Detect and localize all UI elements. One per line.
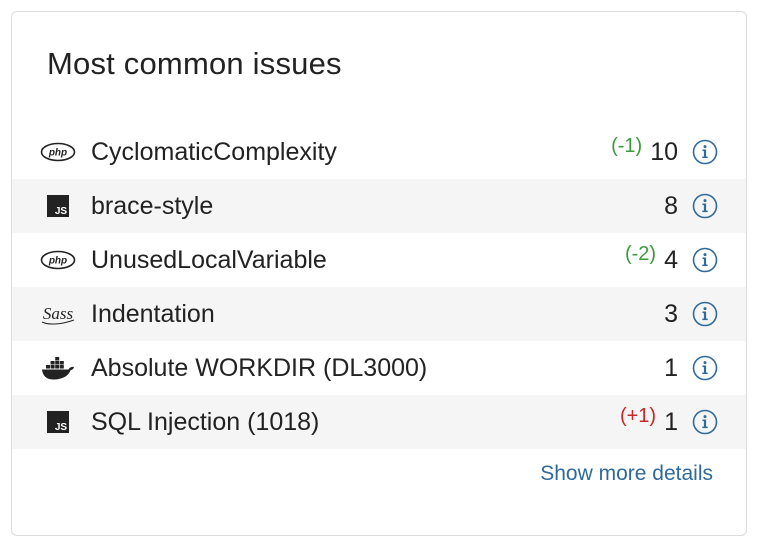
docker-icon: [40, 354, 76, 382]
issue-name: Absolute WORKDIR (DL3000): [91, 353, 428, 382]
issue-count: 10: [650, 137, 678, 166]
issue-name: CyclomaticComplexity: [91, 137, 337, 166]
issue-stats: (-2) 4: [624, 242, 718, 275]
issue-row: Absolute WORKDIR (DL3000) 1: [12, 341, 746, 395]
issue-count: 8: [664, 191, 678, 220]
issue-delta: (-1): [611, 134, 643, 157]
show-more-details-link[interactable]: Show more details: [540, 462, 713, 486]
issue-count: 4: [664, 245, 678, 274]
issue-count: 3: [664, 299, 678, 328]
svg-text:Sass: Sass: [43, 304, 74, 323]
php-icon: php: [40, 246, 76, 274]
info-icon[interactable]: [692, 247, 718, 273]
issue-stats: (+1) 1: [619, 404, 718, 437]
info-icon[interactable]: [692, 301, 718, 327]
svg-text:JS: JS: [55, 206, 68, 217]
issue-name: SQL Injection (1018): [91, 407, 320, 436]
issue-row: Sass Indentation 3: [12, 287, 746, 341]
javascript-icon: JS: [40, 408, 76, 436]
svg-text:JS: JS: [55, 422, 68, 433]
svg-text:php: php: [48, 148, 67, 159]
issue-name: UnusedLocalVariable: [91, 245, 327, 274]
javascript-icon: JS: [40, 192, 76, 220]
info-icon[interactable]: [692, 139, 718, 165]
issue-stats: (-1) 10: [611, 134, 718, 167]
issue-delta: (+1): [619, 404, 657, 427]
issues-list: php CyclomaticComplexity (-1) 10 JS brac…: [12, 125, 746, 449]
issue-stats: 8: [656, 192, 718, 221]
issue-row: JS brace-style 8: [12, 179, 746, 233]
sass-icon: Sass: [40, 300, 76, 328]
card-title: Most common issues: [47, 46, 342, 81]
info-icon[interactable]: [692, 193, 718, 219]
svg-text:php: php: [48, 256, 67, 267]
issue-name: brace-style: [91, 191, 214, 220]
issue-count: 1: [664, 353, 678, 382]
issue-stats: 1: [656, 354, 718, 383]
issue-delta: (-2): [624, 242, 657, 265]
issue-stats: 3: [656, 300, 718, 329]
issues-card: Most common issues php CyclomaticComplex…: [11, 11, 747, 536]
info-icon[interactable]: [692, 409, 718, 435]
issue-row: JS SQL Injection (1018) (+1) 1: [12, 395, 746, 449]
issue-count: 1: [664, 407, 678, 436]
php-icon: php: [40, 138, 76, 166]
info-icon[interactable]: [692, 355, 718, 381]
issue-row: php CyclomaticComplexity (-1) 10: [12, 125, 746, 179]
issue-row: php UnusedLocalVariable (-2) 4: [12, 233, 746, 287]
issue-name: Indentation: [91, 299, 215, 328]
